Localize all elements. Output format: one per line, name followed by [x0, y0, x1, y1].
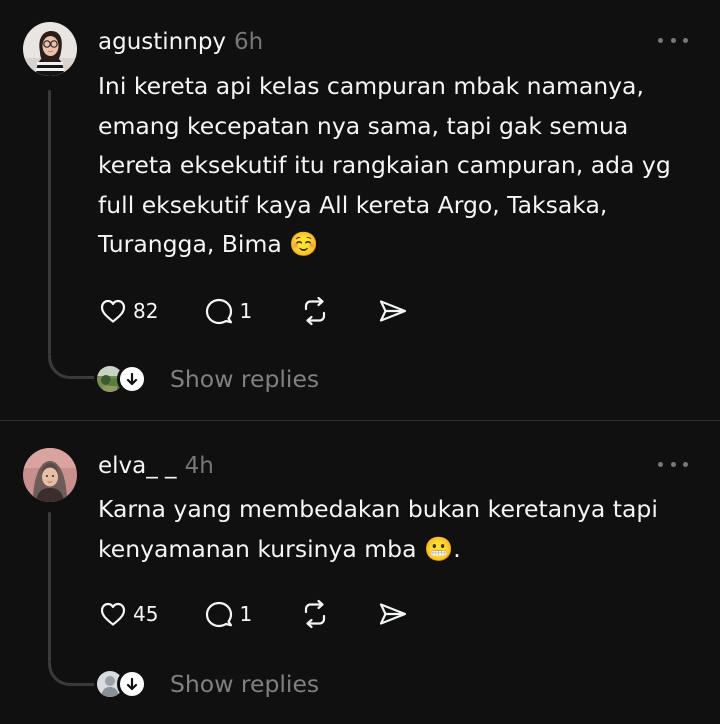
more-icon[interactable]	[658, 454, 688, 474]
like-button[interactable]: 45	[98, 598, 158, 630]
show-replies-link[interactable]: Show replies	[170, 670, 319, 698]
reply-avatars	[97, 669, 149, 699]
post-header: elva_ _ 4h	[98, 452, 214, 480]
username[interactable]: agustinnpy	[98, 29, 226, 55]
thread-curve	[48, 355, 94, 379]
post-text: Ini kereta api kelas campuran mbak naman…	[98, 72, 671, 258]
reply-count: 1	[239, 299, 253, 323]
reply-count: 1	[239, 602, 253, 626]
show-replies-link[interactable]: Show replies	[170, 365, 319, 393]
comment-icon	[206, 601, 233, 628]
post-text: Karna yang membedakan bukan keretanya ta…	[98, 495, 658, 563]
like-count: 82	[133, 299, 159, 323]
share-icon	[380, 300, 407, 322]
reply-avatars	[97, 364, 149, 394]
repost-button[interactable]	[299, 295, 331, 327]
avatar[interactable]	[23, 448, 77, 502]
timestamp: 6h	[234, 29, 264, 55]
thread-line	[48, 90, 51, 355]
heart-icon	[100, 602, 126, 626]
share-button[interactable]	[377, 295, 409, 327]
share-button[interactable]	[377, 598, 409, 630]
heart-icon	[100, 299, 126, 323]
post-header: agustinnpy 6h	[98, 28, 263, 56]
like-count: 45	[133, 602, 159, 626]
thread-line	[48, 512, 51, 662]
post-divider	[0, 420, 720, 421]
username[interactable]: elva_ _	[98, 453, 177, 479]
timestamp: 4h	[184, 453, 214, 479]
comment-button[interactable]: 1	[204, 598, 252, 630]
avatar[interactable]	[23, 22, 77, 76]
comment-icon	[206, 298, 233, 325]
thread-curve	[48, 662, 94, 686]
show-replies-row[interactable]: Show replies	[97, 362, 319, 396]
like-button[interactable]: 82	[98, 295, 158, 327]
action-bar: 45 1	[98, 598, 409, 630]
repost-button[interactable]	[299, 598, 331, 630]
repost-icon	[305, 296, 326, 326]
action-bar: 82 1	[98, 295, 409, 327]
repost-icon	[305, 599, 326, 629]
comment-button[interactable]: 1	[204, 295, 252, 327]
arrow-down-icon	[117, 669, 147, 699]
arrow-down-icon	[117, 364, 147, 394]
more-icon[interactable]	[658, 30, 688, 50]
share-icon	[380, 603, 407, 625]
show-replies-row[interactable]: Show replies	[97, 667, 319, 701]
